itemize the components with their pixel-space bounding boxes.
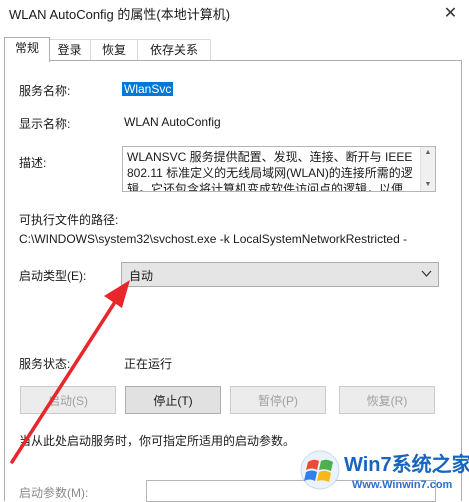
tab-label: 常规 — [14, 41, 39, 55]
windows-logo-icon — [300, 450, 340, 490]
annotation-arrow-icon — [10, 280, 130, 464]
watermark-url: Www.Winwin7.com — [352, 479, 453, 491]
watermark: Win7系统之家 Www.Winwin7.com — [300, 446, 469, 498]
tab-general[interactable]: 常规 — [4, 37, 50, 62]
watermark-brand: Win7系统之家 — [344, 454, 469, 476]
